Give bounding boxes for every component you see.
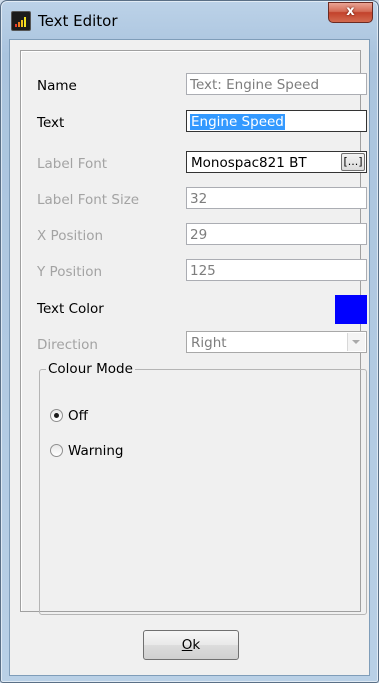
label-font-value: Monospac821 BT bbox=[191, 155, 307, 171]
colour-mode-title: Colour Mode bbox=[46, 361, 135, 377]
direction-value: Right bbox=[191, 335, 227, 351]
form-frame: Name Text: Engine Speed Text Engine Spee… bbox=[20, 50, 367, 615]
name-field[interactable]: Text: Engine Speed bbox=[186, 73, 367, 95]
ok-label-rest: k bbox=[192, 637, 201, 653]
name-label: Name bbox=[37, 78, 77, 94]
y-position-field[interactable]: 125 bbox=[186, 259, 367, 281]
x-position-field[interactable]: 29 bbox=[186, 223, 367, 245]
chevron-down-icon[interactable] bbox=[347, 333, 365, 351]
text-color-label: Text Color bbox=[37, 301, 104, 317]
radio-warning-label[interactable]: Warning bbox=[68, 443, 124, 459]
radio-warning-indicator[interactable] bbox=[50, 444, 63, 457]
x-position-label: X Position bbox=[37, 228, 104, 244]
direction-label: Direction bbox=[37, 337, 98, 353]
app-icon bbox=[11, 11, 31, 31]
label-font-label: Label Font bbox=[37, 156, 108, 172]
label-font-field[interactable]: Monospac821 BT [...] bbox=[186, 151, 367, 173]
colour-mode-group: Colour Mode Off Warning bbox=[39, 361, 367, 615]
y-position-label: Y Position bbox=[37, 264, 103, 280]
text-field[interactable]: Engine Speed bbox=[186, 110, 367, 132]
close-button[interactable]: x bbox=[328, 2, 373, 23]
direction-select[interactable]: Right bbox=[186, 331, 367, 353]
ok-mnemonic: O bbox=[181, 637, 193, 653]
radio-off-label[interactable]: Off bbox=[68, 408, 88, 424]
ok-button[interactable]: Ok bbox=[143, 630, 239, 660]
text-label: Text bbox=[37, 115, 65, 131]
label-font-size-label: Label Font Size bbox=[37, 192, 140, 208]
text-field-value: Engine Speed bbox=[190, 114, 285, 130]
font-browse-button[interactable]: [...] bbox=[341, 153, 365, 171]
dialog-client-area: Name Text: Engine Speed Text Engine Spee… bbox=[9, 39, 370, 676]
window-title: Text Editor bbox=[38, 12, 118, 30]
label-font-size-field[interactable]: 32 bbox=[186, 187, 367, 209]
radio-off-indicator[interactable] bbox=[50, 409, 63, 422]
text-editor-window: Text Editor x Name Text: Engine Speed Te… bbox=[0, 0, 379, 683]
title-bar[interactable]: Text Editor x bbox=[1, 1, 378, 41]
text-color-swatch[interactable] bbox=[335, 295, 367, 324]
